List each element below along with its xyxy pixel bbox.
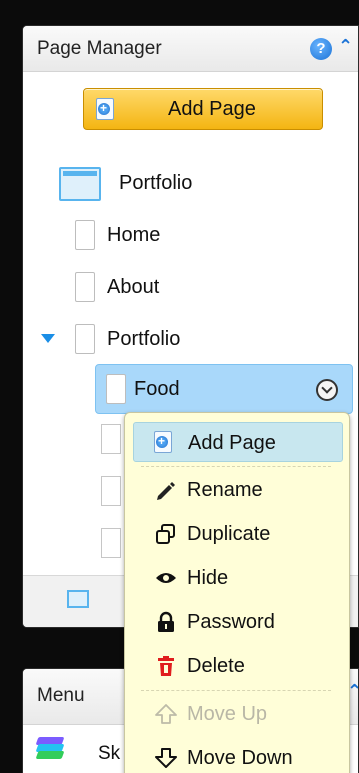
menu-divider (141, 466, 331, 467)
page-icon (101, 528, 121, 558)
tree-item-food-selected[interactable]: Food (95, 364, 353, 414)
tree-item-label: Food (134, 378, 180, 400)
arrow-down-icon (155, 748, 177, 768)
site-icon (59, 167, 101, 201)
tree-item-portfolio[interactable]: Portfolio (23, 320, 353, 360)
context-menu-add-page[interactable]: Add Page (133, 422, 343, 462)
tree-item-site[interactable]: Portfolio (23, 164, 353, 204)
pencil-icon (157, 482, 175, 500)
add-page-icon (154, 431, 172, 453)
arrow-up-icon (155, 704, 177, 724)
context-menu-move-down[interactable]: Move Down (133, 738, 343, 773)
tree-item-label: Portfolio (107, 328, 181, 350)
context-menu-delete[interactable]: Delete (133, 646, 343, 686)
expand-arrow-icon[interactable] (41, 334, 55, 343)
menu-title: Menu (37, 685, 85, 706)
tree-item-label: Portfolio (119, 172, 193, 194)
page-icon (101, 476, 121, 506)
lock-icon (158, 611, 174, 632)
add-page-button-label: Add Page (168, 98, 256, 120)
context-menu-move-up[interactable]: Move Up (133, 694, 343, 734)
page-icon (101, 424, 121, 454)
page-context-menu: Add Page Rename Duplicate Hide Password (124, 412, 350, 773)
context-menu-label: Password (187, 611, 275, 633)
eye-icon (156, 573, 176, 583)
page-icon (75, 220, 95, 250)
context-menu-duplicate[interactable]: Duplicate (133, 514, 343, 554)
page-manager-title: Page Manager (37, 38, 162, 59)
duplicate-icon (156, 524, 175, 544)
add-page-icon (96, 98, 114, 120)
context-menu-label: Delete (187, 655, 245, 677)
add-page-button[interactable]: Add Page (83, 88, 323, 130)
context-menu-hide[interactable]: Hide (133, 558, 343, 598)
tree-item-label: About (107, 276, 160, 298)
help-icon[interactable]: ? (310, 38, 332, 60)
context-menu-label: Duplicate (187, 523, 271, 545)
page-icon (75, 272, 95, 302)
layers-icon (35, 735, 65, 763)
site-view-icon[interactable] (67, 590, 89, 608)
trash-icon (158, 656, 174, 676)
tree-item-about[interactable]: About (23, 268, 353, 308)
menu-divider (141, 690, 331, 691)
chevron-down-icon[interactable] (316, 379, 338, 401)
menu-item-label[interactable]: Sk (98, 743, 120, 765)
context-menu-label: Hide (187, 567, 229, 589)
context-menu-label: Rename (187, 479, 263, 501)
tree-item-home[interactable]: Home (23, 216, 353, 256)
context-menu-label: Add Page (188, 432, 276, 454)
page-manager-header: Page Manager ? ⌃ (23, 26, 358, 72)
page-icon (75, 324, 95, 354)
tree-item-label: Home (107, 224, 161, 246)
context-menu-label: Move Up (187, 703, 268, 725)
collapse-icon[interactable]: ⌃ (338, 36, 353, 57)
page-icon (106, 374, 126, 404)
context-menu-label: Move Down (187, 747, 293, 769)
context-menu-password[interactable]: Password (133, 602, 343, 642)
context-menu-rename[interactable]: Rename (133, 470, 343, 510)
